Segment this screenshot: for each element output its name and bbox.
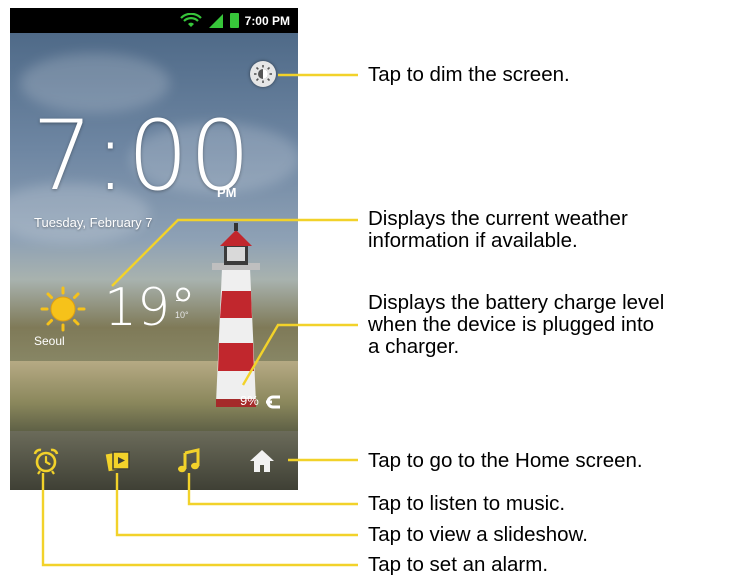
callout-music: Tap to listen to music. [368,492,566,515]
callout-battery-line2: when the device is plugged into [368,313,655,336]
callout-alarm: Tap to set an alarm. [368,553,549,576]
callout-dim: Tap to dim the screen. [368,63,570,86]
callout-weather-line2: information if available. [368,229,578,252]
callout-battery-line3: a charger. [368,335,460,358]
callout-slideshow: Tap to view a slideshow. [368,523,588,546]
callout-weather-line1: Displays the current weather [368,207,628,230]
callout-battery-line1: Displays the battery charge level [368,291,665,314]
callout-home: Tap to go to the Home screen. [368,449,643,472]
